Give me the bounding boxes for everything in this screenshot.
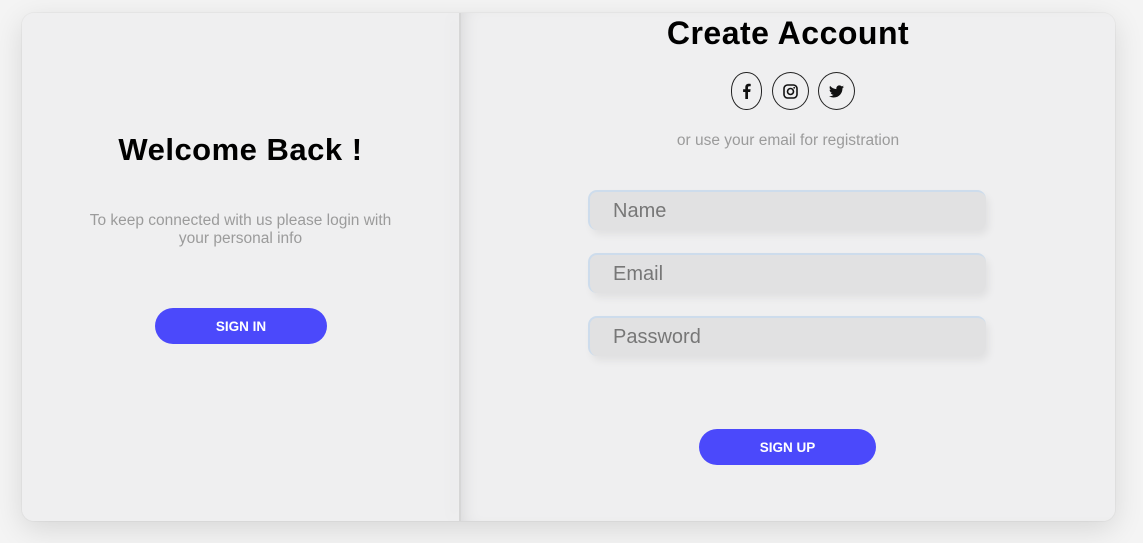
name-input[interactable] — [588, 190, 986, 230]
password-input[interactable] — [588, 316, 986, 356]
registration-hint: or use your email for registration — [676, 132, 900, 149]
social-buttons — [461, 72, 1115, 112]
facebook-icon — [743, 83, 751, 99]
sign-up-button[interactable]: SIGN UP — [699, 429, 876, 465]
email-input[interactable] — [588, 253, 986, 293]
instagram-icon — [783, 83, 798, 99]
welcome-panel: Welcome Back ! To keep connected with us… — [22, 13, 459, 521]
signup-panel: Create Account or use your email for reg… — [461, 13, 1115, 521]
instagram-button[interactable] — [772, 72, 809, 110]
create-account-title: Create Account — [666, 15, 910, 51]
facebook-button[interactable] — [731, 72, 762, 110]
twitter-button[interactable] — [818, 72, 855, 110]
welcome-text: To keep connected with us please login w… — [89, 212, 392, 247]
twitter-icon — [829, 84, 844, 97]
welcome-title: Welcome Back ! — [118, 132, 363, 167]
sign-in-button[interactable]: SIGN IN — [155, 308, 327, 344]
auth-card: Welcome Back ! To keep connected with us… — [22, 13, 1115, 521]
